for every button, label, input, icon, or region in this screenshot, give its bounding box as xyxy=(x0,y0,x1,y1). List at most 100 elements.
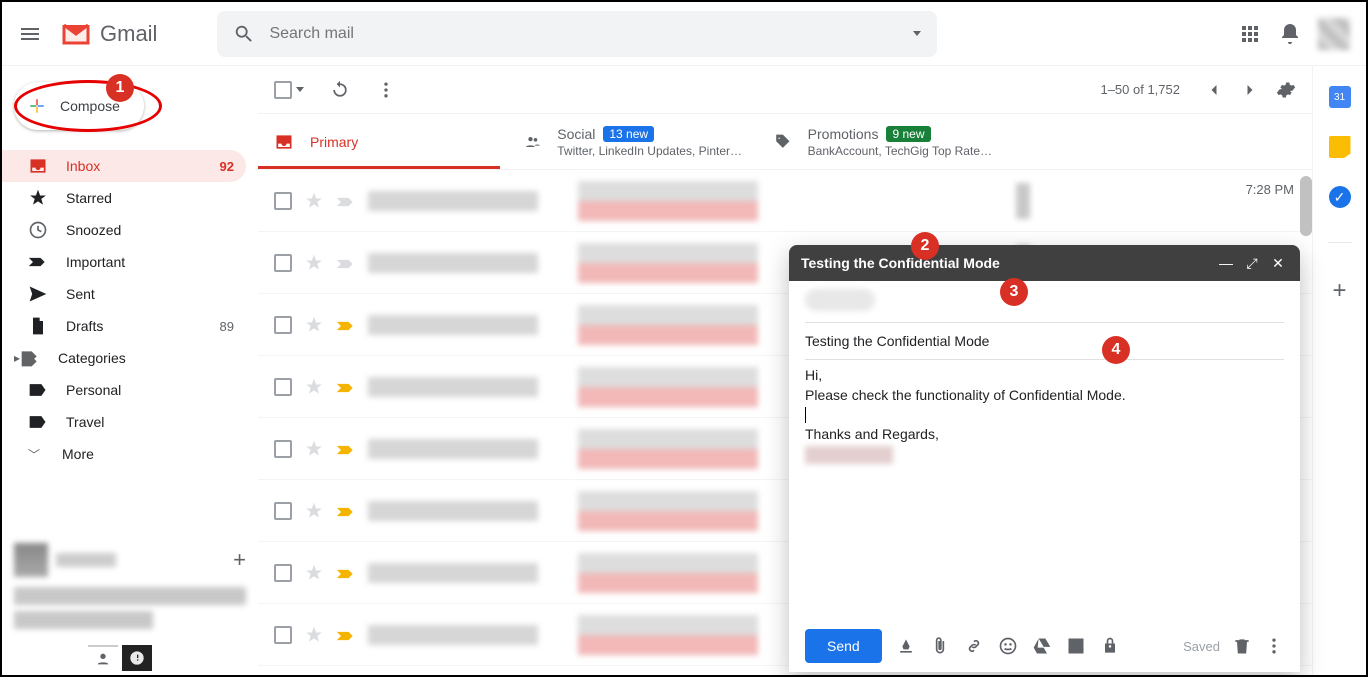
gmail-logo[interactable]: Gmail xyxy=(58,16,157,52)
nav-inbox[interactable]: Inbox 92 xyxy=(2,150,246,182)
new-hangout-button[interactable]: + xyxy=(233,547,246,573)
formatting-icon[interactable] xyxy=(896,636,916,656)
drive-icon[interactable] xyxy=(1032,636,1052,656)
importance-icon[interactable] xyxy=(336,195,356,207)
notifications-icon[interactable] xyxy=(1278,22,1302,46)
importance-icon[interactable] xyxy=(336,567,356,579)
categories-icon xyxy=(20,348,40,368)
calendar-icon[interactable]: 31 xyxy=(1329,86,1351,108)
nav-important[interactable]: Important xyxy=(2,246,246,278)
star-icon[interactable] xyxy=(304,439,324,459)
fullscreen-icon[interactable]: ⤢ xyxy=(1242,253,1262,273)
importance-icon[interactable] xyxy=(336,381,356,393)
add-on-plus-icon[interactable]: + xyxy=(1332,277,1346,305)
account-avatar[interactable] xyxy=(1318,18,1350,50)
nav-travel[interactable]: Travel xyxy=(2,406,246,438)
search-icon xyxy=(233,23,255,45)
sidebar: Compose Inbox 92 Starred Snoozed Importa… xyxy=(2,66,258,675)
search-bar[interactable] xyxy=(217,11,937,57)
link-icon[interactable] xyxy=(964,636,984,656)
tab-social[interactable]: Social 13 new Twitter, LinkedIn Updates,… xyxy=(508,114,758,169)
menu-icon[interactable] xyxy=(18,22,42,46)
star-icon[interactable] xyxy=(304,315,324,335)
hangouts-contact[interactable] xyxy=(14,611,153,629)
search-input[interactable] xyxy=(269,25,913,43)
row-checkbox[interactable] xyxy=(274,254,292,272)
star-icon[interactable] xyxy=(304,563,324,583)
more-options-icon[interactable] xyxy=(1264,636,1284,656)
compose-to-field[interactable] xyxy=(789,281,1300,322)
apps-icon[interactable] xyxy=(1238,22,1262,46)
settings-icon[interactable] xyxy=(1276,80,1296,100)
search-options-dropdown-icon[interactable] xyxy=(913,31,921,36)
minimize-icon[interactable]: — xyxy=(1216,253,1236,273)
gmail-icon xyxy=(58,16,94,52)
tasks-icon[interactable]: ✓ xyxy=(1329,186,1351,208)
refresh-icon[interactable] xyxy=(330,80,350,100)
hangouts-chat-icon[interactable] xyxy=(122,645,152,671)
star-icon[interactable] xyxy=(304,377,324,397)
compose-subject-field[interactable]: Testing the Confidential Mode xyxy=(789,323,1300,359)
star-icon[interactable] xyxy=(304,625,324,645)
star-icon[interactable] xyxy=(304,501,324,521)
select-all-checkbox[interactable] xyxy=(274,81,304,99)
pagination-text: 1–50 of 1,752 xyxy=(1100,82,1180,97)
hangouts-panel: + xyxy=(14,543,246,635)
mail-sender xyxy=(368,501,538,521)
recipient-chip[interactable] xyxy=(805,289,875,311)
tab-promotions[interactable]: Promotions 9 new BankAccount, TechGig To… xyxy=(758,114,1008,169)
mail-row[interactable]: 7:28 PM xyxy=(258,170,1312,232)
send-button[interactable]: Send xyxy=(805,629,882,663)
importance-icon[interactable] xyxy=(336,505,356,517)
close-icon[interactable]: ✕ xyxy=(1268,253,1288,273)
nav-categories[interactable]: ▸ Categories xyxy=(2,342,246,374)
row-checkbox[interactable] xyxy=(274,192,292,210)
tab-primary[interactable]: Primary xyxy=(258,114,508,169)
divider xyxy=(1328,242,1352,243)
toolbar: 1–50 of 1,752 xyxy=(258,66,1312,114)
draft-icon xyxy=(28,316,48,336)
hangouts-people-icon[interactable] xyxy=(88,645,118,671)
saved-label: Saved xyxy=(1183,639,1220,654)
mail-preview xyxy=(578,491,758,531)
star-icon[interactable] xyxy=(304,253,324,273)
compose-body[interactable]: Hi, Please check the functionality of Co… xyxy=(789,360,1300,620)
row-checkbox[interactable] xyxy=(274,564,292,582)
nav-personal[interactable]: Personal xyxy=(2,374,246,406)
keep-icon[interactable] xyxy=(1329,136,1351,158)
nav-starred[interactable]: Starred xyxy=(2,182,246,214)
mail-sender xyxy=(368,191,538,211)
nav-snoozed[interactable]: Snoozed xyxy=(2,214,246,246)
row-checkbox[interactable] xyxy=(274,378,292,396)
attach-icon[interactable] xyxy=(930,636,950,656)
row-checkbox[interactable] xyxy=(274,626,292,644)
prev-page-icon[interactable] xyxy=(1204,80,1224,100)
insert-photo-icon[interactable] xyxy=(1066,636,1086,656)
mail-preview-edge xyxy=(1016,183,1030,219)
nav-sent[interactable]: Sent xyxy=(2,278,246,310)
emoji-icon[interactable] xyxy=(998,636,1018,656)
mail-preview xyxy=(578,243,758,283)
importance-icon[interactable] xyxy=(336,443,356,455)
clock-icon xyxy=(28,220,48,240)
discard-icon[interactable] xyxy=(1232,636,1252,656)
mail-time: 7:28 PM xyxy=(1246,182,1294,197)
mail-sender xyxy=(368,315,538,335)
row-checkbox[interactable] xyxy=(274,440,292,458)
hangouts-avatar[interactable] xyxy=(14,543,48,577)
confidential-mode-icon[interactable] xyxy=(1100,636,1120,656)
row-checkbox[interactable] xyxy=(274,502,292,520)
star-icon[interactable] xyxy=(304,191,324,211)
importance-icon[interactable] xyxy=(336,257,356,269)
hangouts-contact[interactable] xyxy=(14,587,246,605)
nav-more[interactable]: ﹀ More xyxy=(2,438,246,470)
importance-icon[interactable] xyxy=(336,319,356,331)
label-icon xyxy=(28,380,48,400)
scrollbar[interactable] xyxy=(1300,176,1312,236)
more-icon[interactable] xyxy=(376,80,396,100)
row-checkbox[interactable] xyxy=(274,316,292,334)
next-page-icon[interactable] xyxy=(1240,80,1260,100)
mail-sender xyxy=(368,253,538,273)
importance-icon[interactable] xyxy=(336,629,356,641)
nav-drafts[interactable]: Drafts 89 xyxy=(2,310,246,342)
